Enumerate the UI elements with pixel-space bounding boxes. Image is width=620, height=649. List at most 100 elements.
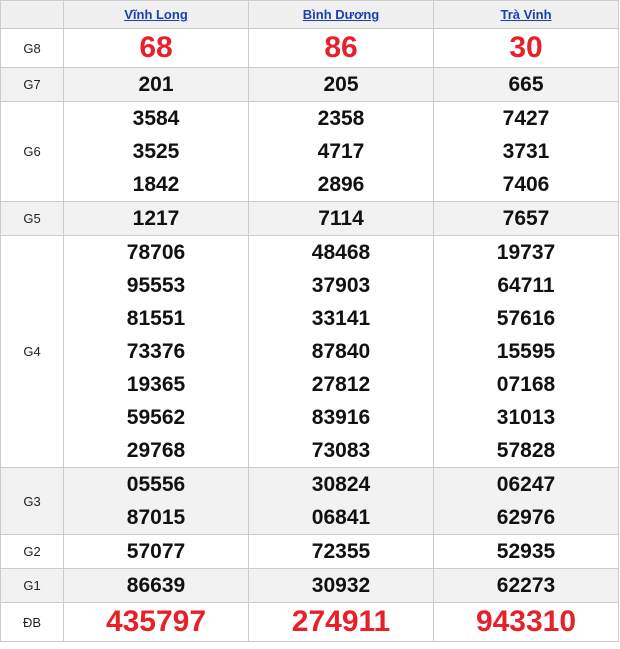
prize-number: 33141 xyxy=(311,307,371,330)
prize-cell: 943310 xyxy=(433,602,619,642)
prize-number: 30932 xyxy=(311,574,371,597)
prize-label: G2 xyxy=(0,534,64,569)
prize-rows: G8 68 86 30 G7 201 205 665 G6 3584 3525 1842 2358 471… xyxy=(0,28,619,642)
prize-cell: 78706 95553 81551 73376 19365 59562 29768 xyxy=(63,235,249,468)
prize-number: 83916 xyxy=(311,406,371,429)
province-link-tra-vinh[interactable]: Trà Vinh xyxy=(500,7,551,22)
prize-number: 07168 xyxy=(496,373,556,396)
prize-cell: 7657 xyxy=(433,201,619,236)
prize-row-g8: G8 68 86 30 xyxy=(0,28,619,68)
prize-number: 62976 xyxy=(496,506,556,529)
prize-cell: 19737 64711 57616 15595 07168 31013 57828 xyxy=(433,235,619,468)
prize-number: 59562 xyxy=(126,406,186,429)
prize-cell: 7427 3731 7406 xyxy=(433,101,619,202)
prize-number: 205 xyxy=(323,73,359,96)
prize-row-g5: G5 1217 7114 7657 xyxy=(0,201,619,236)
prize-row-g6: G6 3584 3525 1842 2358 4717 2896 7427 3731 7406 xyxy=(0,101,619,202)
prize-label: G4 xyxy=(0,235,64,468)
prize-number: 201 xyxy=(138,73,174,96)
prize-cell: 57077 xyxy=(63,534,249,569)
prize-number: 4717 xyxy=(317,140,365,163)
prize-cell: 06247 62976 xyxy=(433,467,619,535)
prize-number: 7406 xyxy=(502,173,550,196)
prize-number: 7114 xyxy=(318,207,364,230)
province-link-binh-duong[interactable]: Bình Dương xyxy=(303,7,379,22)
prize-number: 1217 xyxy=(132,207,180,230)
province-header-tra-vinh: Trà Vinh xyxy=(433,0,619,29)
prize-number: 665 xyxy=(508,73,544,96)
prize-label: G8 xyxy=(0,28,64,68)
prize-number: 3731 xyxy=(502,140,550,163)
prize-number: 48468 xyxy=(311,241,371,264)
prize-number: 05556 xyxy=(126,473,186,496)
prize-number: 64711 xyxy=(497,274,555,297)
prize-cell: 3584 3525 1842 xyxy=(63,101,249,202)
prize-cell: 52935 xyxy=(433,534,619,569)
prize-cell: 68 xyxy=(63,28,249,68)
prize-number: 30 xyxy=(509,31,543,64)
prize-number: 57616 xyxy=(496,307,556,330)
prize-cell: 201 xyxy=(63,67,249,102)
lottery-results-table: Vĩnh Long Bình Dương Trà Vinh G8 68 86 30 G7… xyxy=(0,0,619,642)
prize-number: 15595 xyxy=(496,340,556,363)
prize-number: 19737 xyxy=(496,241,556,264)
prize-number: 86639 xyxy=(126,574,186,597)
prize-number: 87840 xyxy=(311,340,371,363)
prize-number: 2896 xyxy=(317,173,365,196)
prize-number: 2358 xyxy=(317,107,365,130)
prize-cell: 72355 xyxy=(248,534,434,569)
header-corner-cell xyxy=(0,0,64,29)
prize-cell: 48468 37903 33141 87840 27812 83916 73083 xyxy=(248,235,434,468)
province-link-vinh-long[interactable]: Vĩnh Long xyxy=(124,7,188,22)
prize-number: 27812 xyxy=(311,373,371,396)
prize-number: 68 xyxy=(139,31,173,64)
prize-number: 06247 xyxy=(496,473,556,496)
province-header-vinh-long: Vĩnh Long xyxy=(63,0,249,29)
prize-number: 3584 xyxy=(132,107,180,130)
prize-row-g2: G2 57077 72355 52935 xyxy=(0,534,619,569)
prize-number: 62273 xyxy=(496,574,556,597)
prize-number: 7657 xyxy=(502,207,550,230)
prize-cell: 665 xyxy=(433,67,619,102)
prize-row-g3: G3 05556 87015 30824 06841 06247 62976 xyxy=(0,467,619,535)
prize-label: G3 xyxy=(0,467,64,535)
prize-number: 06841 xyxy=(311,506,371,529)
prize-number: 30824 xyxy=(311,473,371,496)
prize-label: G5 xyxy=(0,201,64,236)
prize-cell: 30824 06841 xyxy=(248,467,434,535)
prize-cell: 274911 xyxy=(248,602,434,642)
prize-number: 78706 xyxy=(126,241,186,264)
special-prize-number: 435797 xyxy=(105,605,207,638)
special-prize-number: 943310 xyxy=(475,605,577,638)
prize-number: 52935 xyxy=(496,540,556,563)
prize-cell: 1217 xyxy=(63,201,249,236)
prize-number: 73376 xyxy=(126,340,186,363)
prize-number: 1842 xyxy=(132,173,180,196)
special-prize-number: 274911 xyxy=(291,605,391,638)
prize-row-g4: G4 78706 95553 81551 73376 19365 59562 29768 484… xyxy=(0,235,619,468)
prize-cell: 7114 xyxy=(248,201,434,236)
prize-number: 37903 xyxy=(311,274,371,297)
prize-number: 81551 xyxy=(126,307,186,330)
province-header-binh-duong: Bình Dương xyxy=(248,0,434,29)
prize-row-g1: G1 86639 30932 62273 xyxy=(0,568,619,603)
prize-number: 7427 xyxy=(502,107,550,130)
prize-number: 29768 xyxy=(126,439,186,462)
prize-label: G1 xyxy=(0,568,64,603)
prize-cell: 86 xyxy=(248,28,434,68)
prize-cell: 435797 xyxy=(63,602,249,642)
prize-cell: 205 xyxy=(248,67,434,102)
prize-number: 87015 xyxy=(126,506,186,529)
prize-cell: 86639 xyxy=(63,568,249,603)
prize-cell: 2358 4717 2896 xyxy=(248,101,434,202)
prize-label: G6 xyxy=(0,101,64,202)
prize-number: 72355 xyxy=(311,540,371,563)
prize-cell: 30932 xyxy=(248,568,434,603)
province-header-row: Vĩnh Long Bình Dương Trà Vinh xyxy=(0,0,619,29)
prize-number: 73083 xyxy=(311,439,371,462)
prize-cell: 62273 xyxy=(433,568,619,603)
prize-cell: 30 xyxy=(433,28,619,68)
prize-number: 57077 xyxy=(126,540,186,563)
prize-number: 57828 xyxy=(496,439,556,462)
prize-label: ĐB xyxy=(0,602,64,642)
